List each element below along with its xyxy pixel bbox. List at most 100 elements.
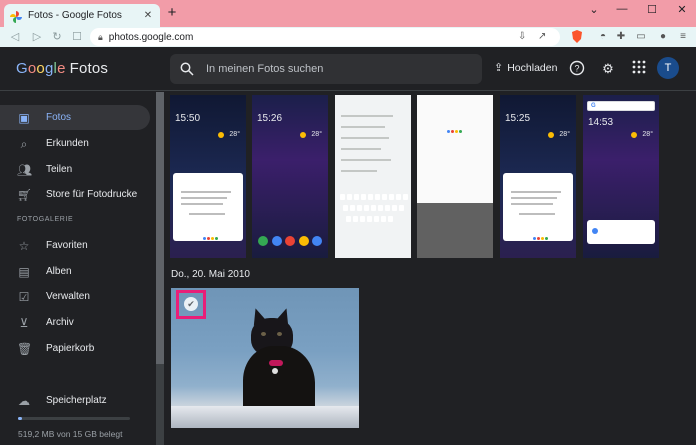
cat-eye [277,332,282,336]
select-check-icon[interactable]: ✔ [184,297,198,311]
thumbnail-time: 15:25 [505,113,531,124]
search-icon: ⌕ [20,136,28,151]
keyboard-key [350,205,355,211]
keyboard-key [371,205,376,211]
address-bar[interactable]: 🔒︎ photos.google.com ⇩ ↗ [90,28,560,46]
svg-text:?: ? [574,64,579,74]
keyboard-key [396,194,401,200]
weather-sun-icon [300,132,306,138]
browser-tabbar: Fotos - Google Fotos ✕ + — ☐ ✕ ⌄ [0,0,696,27]
archive-icon: ⊻ [19,315,29,330]
sidebar-item-store[interactable]: 🛒︎ Store für Fotodrucke [0,182,150,207]
cat-collar [269,360,283,366]
upload-button[interactable]: ⇪ Hochladen [494,61,558,75]
photo-thumbnail[interactable]: 15:50 28° [170,95,246,258]
window-close-icon[interactable]: ✕ [672,3,692,16]
back-icon[interactable]: ◁ [8,30,22,44]
thumbnail-time: 15:50 [175,113,201,124]
search-input[interactable] [206,63,466,75]
sidebar-item-favoriten[interactable]: ☆ Favoriten [0,233,150,258]
google-photos-favicon-icon [10,10,22,23]
assistant-card [173,173,243,241]
sidebar-item-alben[interactable]: ▤ Alben [0,259,150,284]
section-heading-fotogalerie: FOTOGALERIE [17,216,74,223]
photo-thumbnail[interactable] [335,95,411,258]
lock-icon: 🔒︎ [98,31,103,42]
search-icon [180,62,194,76]
keyboard-key [354,194,359,200]
storage-progress-bar [18,417,130,420]
sidebar-item-teilen[interactable]: 👥︎ Teilen [0,157,150,182]
brave-shield-icon[interactable] [570,30,584,44]
keyboard-key [353,216,358,222]
tab-close-icon[interactable]: ✕ [142,10,154,21]
manage-icon: ☑ [18,289,30,304]
extensions-icon[interactable]: ✚ [614,30,628,44]
extension-avatar-icon[interactable]: ◓ [596,30,610,44]
keyboard-key [343,205,348,211]
logo-product-name: Fotos [69,60,109,77]
cloud-icon: ☁ [18,393,30,408]
keyboard-key [392,205,397,211]
profile-icon[interactable]: ● [656,30,670,44]
sidebar-scrollbar-thumb[interactable] [156,92,164,364]
google-photos-logo[interactable]: Google Fotos [16,60,108,77]
keyboard-key [389,194,394,200]
thumbnail-temp: 28° [559,131,570,138]
suggestion-list [341,115,393,181]
bookmark-icon[interactable]: ☐ [70,30,84,44]
photo-thumbnail[interactable] [417,95,493,258]
weather-sun-icon [548,132,554,138]
keyboard [338,190,408,252]
album-icon: ▤ [18,264,30,279]
sidebar-item-archiv[interactable]: ⊻ Archiv [0,310,150,335]
photo-search-bar[interactable] [170,54,482,84]
upload-label: Hochladen [507,61,558,74]
settings-gear-icon[interactable]: ⚙ [599,60,617,78]
install-icon[interactable]: ⇩ [518,31,526,42]
thumbnail-temp: 28° [311,131,322,138]
minimize-icon[interactable]: — [612,3,632,15]
cart-icon: 🛒︎ [17,187,33,202]
keyboard-key [364,205,369,211]
keyboard-key [375,194,380,200]
thumbnail-temp: 28° [229,131,240,138]
sidebar-item-speicherplatz[interactable]: ☁ Speicherplatz [0,388,150,413]
browser-toolbar: ◁ ▷ ↻ ☐ 🔒︎ photos.google.com ⇩ ↗ ◓ ✚ ▭ ●… [0,27,696,47]
sidebar-item-papierkorb[interactable]: 🗑︎ Papierkorb [0,336,150,361]
photo-thumbnail[interactable]: 15:26 28° [252,95,328,258]
forward-icon[interactable]: ▷ [30,30,44,44]
photo-cat[interactable]: ✔ [171,288,359,428]
url-text: photos.google.com [108,31,194,43]
account-avatar[interactable]: T [657,57,679,79]
photo-thumbnail[interactable]: G 14:53 28° [583,95,659,258]
apps-grid-icon[interactable] [630,60,648,78]
maximize-icon[interactable]: ☐ [642,3,662,16]
reload-icon[interactable]: ↻ [50,30,64,44]
thumbnail-time: 14:53 [588,117,614,128]
star-icon: ☆ [18,238,30,253]
upload-icon: ⇪ [494,62,504,74]
sidebar-item-verwalten[interactable]: ☑ Verwalten [0,284,150,309]
keyboard-key [340,194,345,200]
sidebar-item-erkunden[interactable]: ⌕ Erkunden [0,131,150,156]
share-icon[interactable]: ↗ [538,31,546,42]
new-tab-button[interactable]: + [164,5,180,21]
browser-tab[interactable]: Fotos - Google Fotos ✕ [4,4,160,27]
tab-title: Fotos - Google Fotos [28,10,122,21]
keyboard-key [382,194,387,200]
date-heading: Do., 20. Mai 2010 [171,269,250,280]
selection-highlight[interactable]: ✔ [176,290,206,319]
menu-icon[interactable]: ≡ [676,30,690,44]
app-header: GoogleFotos ⇪ Hochladen ? ⚙ T [0,47,696,91]
keyboard-key [367,216,372,222]
sidebar-toggle-icon[interactable]: ▭ [634,30,648,44]
blanket [171,406,359,428]
sidebar-item-fotos[interactable]: ▣ Fotos [0,105,150,130]
cat-eye [261,332,266,336]
help-icon[interactable]: ? [568,60,586,78]
photo-thumbnail[interactable]: 15:25 28° [500,95,576,258]
thumbnail-time: 15:26 [257,113,283,124]
tab-search-icon[interactable]: ⌄ [584,3,604,16]
keyboard-key [360,216,365,222]
